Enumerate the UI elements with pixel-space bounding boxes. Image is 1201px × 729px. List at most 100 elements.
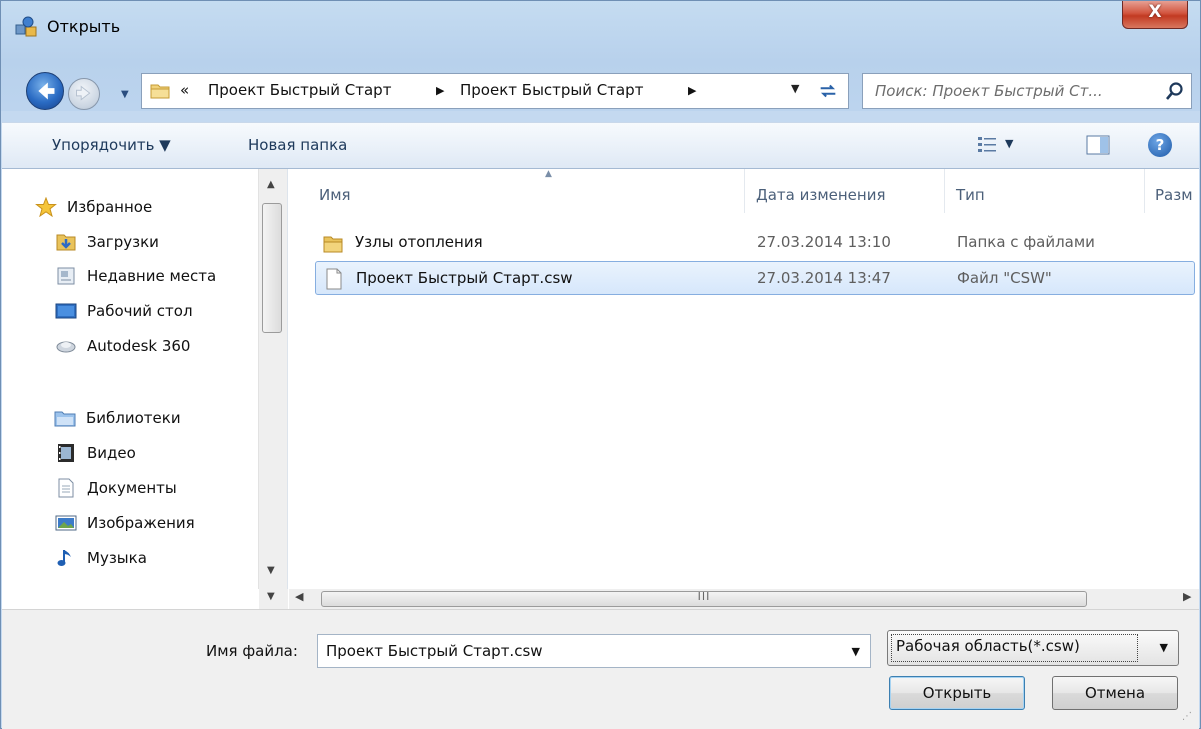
star-icon <box>35 197 57 217</box>
scroll-corner: ▼ <box>259 589 288 609</box>
dialog-footer: Имя файла: Проект Быстрый Старт.csw ▼ Ра… <box>2 609 1199 729</box>
chevron-down-icon[interactable]: ▼ <box>852 645 860 658</box>
search-input[interactable]: Поиск: Проект Быстрый Ст... <box>862 73 1192 109</box>
new-folder-button[interactable]: Новая папка <box>248 136 347 154</box>
file-date: 27.03.2014 13:47 <box>757 269 891 287</box>
sidebar-item-label: Видео <box>87 444 136 462</box>
file-type: Файл "CSW" <box>957 269 1052 287</box>
scrollbar-thumb[interactable]: III <box>321 590 1087 607</box>
file-name: Узлы отопления <box>355 233 483 251</box>
file-date: 27.03.2014 13:10 <box>757 233 891 251</box>
column-divider[interactable] <box>944 169 945 213</box>
cloud-icon <box>56 341 76 353</box>
scrollbar-grip: III <box>697 590 711 603</box>
sidebar-item-autodesk[interactable]: Autodesk 360 <box>56 331 191 361</box>
column-header-name[interactable]: Имя <box>319 186 351 204</box>
sidebar-item-video[interactable]: Видео <box>58 438 136 468</box>
sidebar-item-label: Рабочий стол <box>87 302 193 320</box>
breadcrumb-separator[interactable]: ▶ <box>436 84 444 97</box>
cancel-button[interactable]: Отмена <box>1052 676 1178 710</box>
close-button[interactable]: X <box>1122 1 1188 29</box>
sidebar-item-documents[interactable]: Документы <box>58 473 177 503</box>
back-button[interactable] <box>26 72 64 110</box>
breadcrumb-item[interactable]: Проект Быстрый Старт <box>460 81 643 99</box>
column-header-date[interactable]: Дата изменения <box>756 186 886 204</box>
scroll-down-icon[interactable]: ▼ <box>267 591 275 602</box>
images-icon <box>55 515 77 531</box>
navigation-pane: Избранное Загрузки Недавние места Рабочи… <box>2 169 288 609</box>
open-file-dialog: Открыть X ▼ « Проект Быстрый Старт ▶ Про… <box>0 0 1201 729</box>
sort-ascending-icon: ▲ <box>545 169 552 179</box>
filename-label: Имя файла: <box>206 642 298 660</box>
filename-value: Проект Быстрый Старт.csw <box>326 642 543 660</box>
address-overflow[interactable]: « <box>180 81 189 99</box>
downloads-folder-icon <box>56 234 76 251</box>
title-bar[interactable]: Открыть X <box>1 1 1200 57</box>
refresh-button[interactable] <box>812 75 844 107</box>
recent-places-icon <box>57 267 75 285</box>
filetype-select[interactable]: Рабочая область(*.csw) ▼ <box>887 630 1179 666</box>
window-title: Открыть <box>47 17 121 36</box>
sidebar-item-libraries[interactable]: Библиотеки <box>54 403 181 433</box>
file-list-hscrollbar[interactable]: ◀ III ▶ <box>289 589 1199 609</box>
sidebar-scrollbar[interactable]: ▲ ▼ <box>258 169 287 589</box>
app-icon <box>15 16 37 37</box>
scroll-left-icon[interactable]: ◀ <box>295 590 303 603</box>
address-dropdown-icon[interactable]: ▼ <box>791 82 799 95</box>
sidebar-item-images[interactable]: Изображения <box>55 508 195 538</box>
sidebar-item-label: Autodesk 360 <box>87 337 191 355</box>
open-button[interactable]: Открыть <box>889 676 1025 710</box>
sidebar-item-recent[interactable]: Недавние места <box>57 261 217 291</box>
file-list: ▲ Имя Дата изменения Тип Разм Узлы отопл… <box>289 169 1199 589</box>
sidebar-item-label: Документы <box>87 479 177 497</box>
table-row[interactable]: Проект Быстрый Старт.csw 27.03.2014 13:4… <box>315 261 1195 295</box>
sidebar-item-label: Музыка <box>87 549 147 567</box>
sidebar-item-downloads[interactable]: Загрузки <box>56 227 159 257</box>
column-header-size[interactable]: Разм <box>1155 186 1193 204</box>
table-row[interactable]: Узлы отопления 27.03.2014 13:10 Папка с … <box>315 226 1195 260</box>
file-name: Проект Быстрый Старт.csw <box>356 269 573 287</box>
breadcrumb-separator[interactable]: ▶ <box>688 84 696 97</box>
music-icon <box>57 550 71 566</box>
column-header-type[interactable]: Тип <box>956 186 985 204</box>
search-icon[interactable] <box>1165 81 1185 101</box>
breadcrumb-item[interactable]: Проект Быстрый Старт <box>208 81 391 99</box>
search-placeholder: Поиск: Проект Быстрый Ст... <box>875 82 1103 100</box>
scrollbar-thumb[interactable] <box>262 203 282 333</box>
organize-button[interactable]: Упорядочить ▼ <box>52 136 171 154</box>
back-arrow-icon <box>38 82 55 100</box>
address-bar[interactable]: « Проект Быстрый Старт ▶ Проект Быстрый … <box>141 73 849 109</box>
preview-pane-icon[interactable] <box>1086 134 1110 156</box>
view-dropdown-icon[interactable]: ▼ <box>1005 137 1013 150</box>
sidebar-item-label: Избранное <box>67 198 153 216</box>
close-icon: X <box>1148 2 1162 22</box>
command-bar: Упорядочить ▼ Новая папка ▼ ? <box>2 122 1199 169</box>
documents-icon <box>58 478 74 498</box>
forward-button[interactable] <box>68 78 100 110</box>
filetype-value: Рабочая область(*.csw) <box>896 637 1080 655</box>
forward-arrow-icon <box>76 85 91 101</box>
scroll-right-icon[interactable]: ▶ <box>1183 590 1191 603</box>
resize-grip-icon[interactable]: ⋰ <box>1182 711 1192 722</box>
file-type: Папка с файлами <box>957 233 1095 251</box>
sidebar-item-desktop[interactable]: Рабочий стол <box>55 296 193 326</box>
column-divider[interactable] <box>744 169 745 213</box>
column-divider[interactable] <box>1144 169 1145 213</box>
content-area: Избранное Загрузки Недавние места Рабочи… <box>2 169 1199 609</box>
view-options-icon[interactable] <box>977 135 999 155</box>
sidebar-item-label: Недавние места <box>87 267 217 285</box>
chevron-down-icon[interactable]: ▼ <box>1160 641 1168 654</box>
scroll-up-icon[interactable]: ▲ <box>267 179 275 190</box>
recent-pages-dropdown[interactable]: ▼ <box>121 89 129 100</box>
file-icon <box>326 268 342 290</box>
sidebar-item-music[interactable]: Музыка <box>57 543 147 573</box>
desktop-icon <box>55 303 77 319</box>
folder-icon <box>150 84 170 99</box>
refresh-icon <box>820 84 836 98</box>
sidebar-item-favorites[interactable]: Избранное <box>35 192 153 222</box>
sidebar-item-label: Изображения <box>87 514 195 532</box>
scroll-down-icon[interactable]: ▼ <box>267 565 275 576</box>
sidebar-item-label: Загрузки <box>87 233 159 251</box>
help-icon[interactable]: ? <box>1148 133 1172 157</box>
filename-field[interactable]: Проект Быстрый Старт.csw ▼ <box>317 634 871 668</box>
